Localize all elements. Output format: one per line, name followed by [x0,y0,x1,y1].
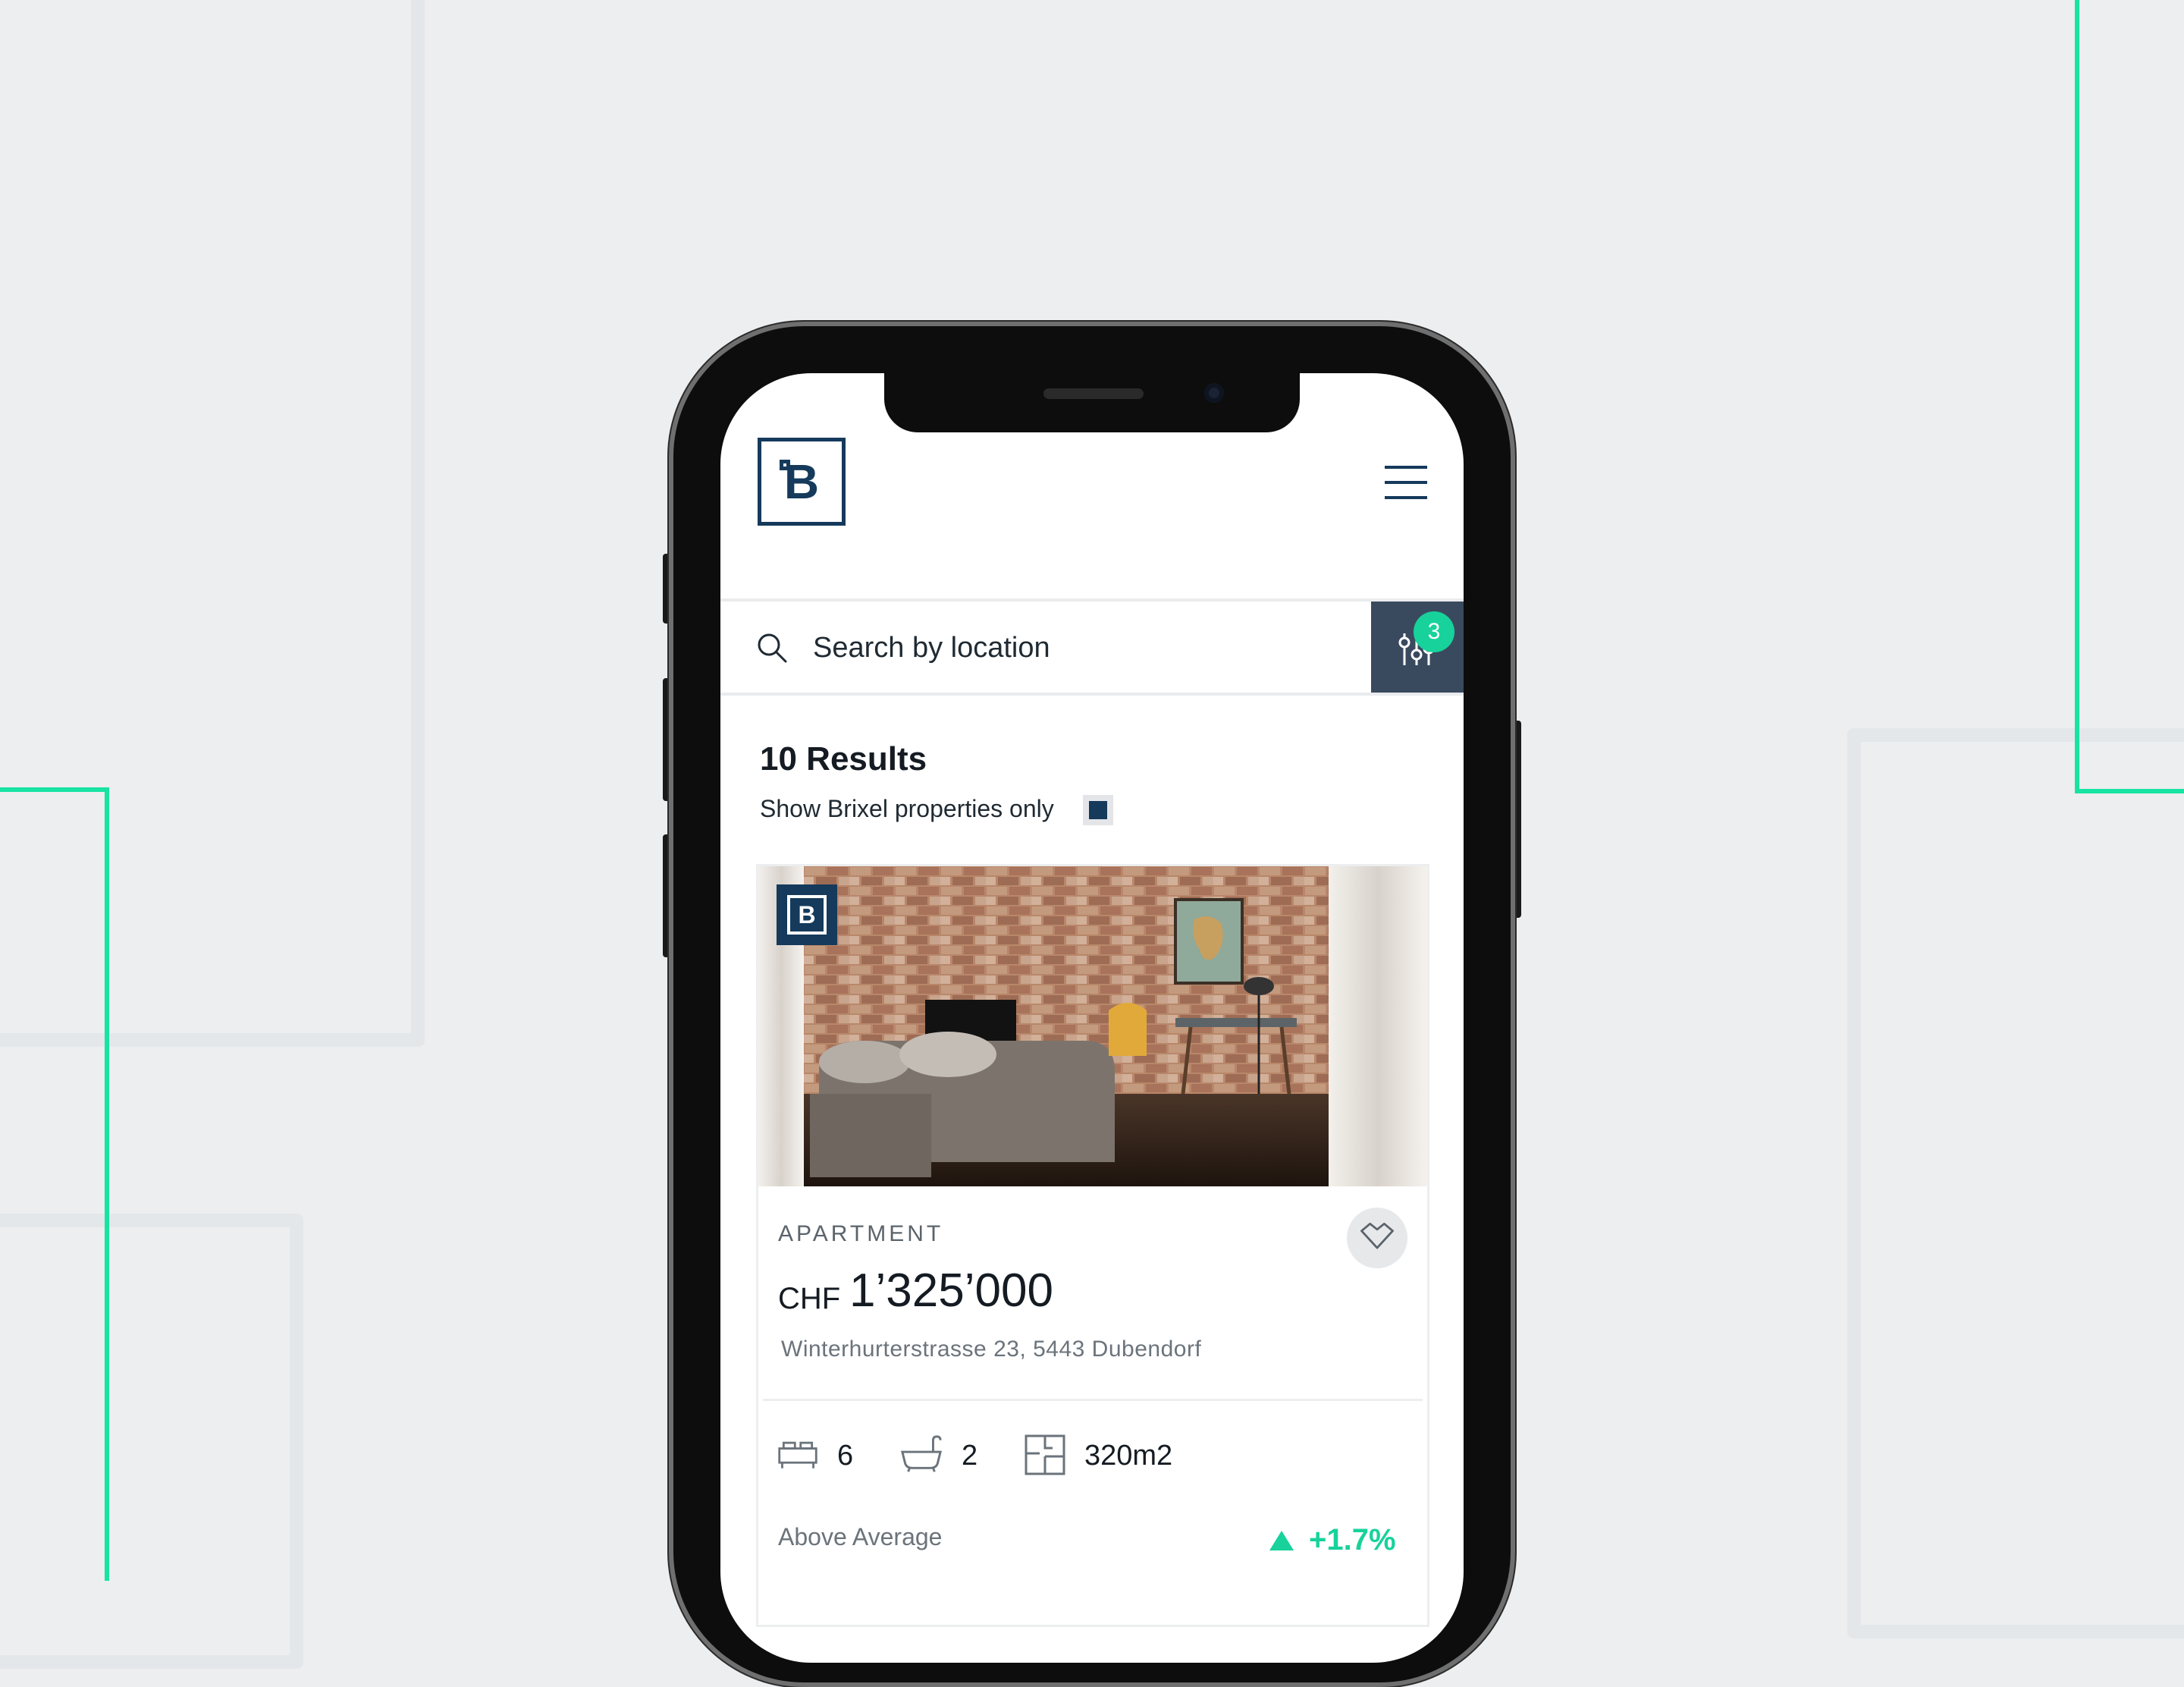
bedrooms-count: 6 [837,1440,854,1472]
accent-line [2075,0,2079,793]
favorite-button[interactable] [1347,1208,1407,1268]
bathtub-icon [901,1435,942,1472]
accent-line [0,787,109,792]
background-panel-left-lower [0,1214,303,1669]
results-count: 10 Results [760,740,927,778]
filter-button[interactable] [1371,602,1464,693]
market-change-value: +1.7% [1309,1523,1396,1557]
search-icon [758,633,787,663]
background-panel-right [1847,728,2184,1638]
bed-icon [778,1441,817,1469]
background-panel-left [0,0,425,1047]
brixel-badge-letter: B [787,895,827,935]
bathrooms-count: 2 [962,1440,978,1472]
card-divider [763,1399,1423,1401]
brixel-only-checkbox[interactable] [1083,795,1113,825]
brixel-only-label: Show Brixel properties only [760,795,1054,822]
brixel-property-badge: B [777,884,837,945]
property-address: Winterhurterstrasse 23, 5443 Dubendorf [781,1337,1202,1362]
accent-line [105,787,109,1581]
trend-up-icon [1269,1531,1294,1550]
heart-icon [1360,1222,1394,1249]
phone-camera [1204,383,1224,403]
listing-photo[interactable] [758,866,1427,1186]
hamburger-menu-icon[interactable] [1385,466,1427,499]
search-input[interactable]: Search by location [813,632,1050,664]
market-comparison-label: Above Average [778,1523,943,1550]
floorplan-icon [1025,1434,1065,1475]
price-currency: CHF [778,1282,841,1315]
property-type: APARTMENT [778,1221,944,1246]
phone-notch [884,370,1300,432]
filter-count-badge: 3 [1414,611,1454,652]
area-size: 320m2 [1084,1440,1173,1472]
price-value: 1’325’000 [849,1264,1053,1317]
brand-logo[interactable]: B [758,438,846,526]
accent-line [2075,789,2184,793]
phone-speaker [1043,388,1144,399]
checkbox-checked-mark [1089,801,1107,819]
logo-mark-icon [780,460,790,470]
